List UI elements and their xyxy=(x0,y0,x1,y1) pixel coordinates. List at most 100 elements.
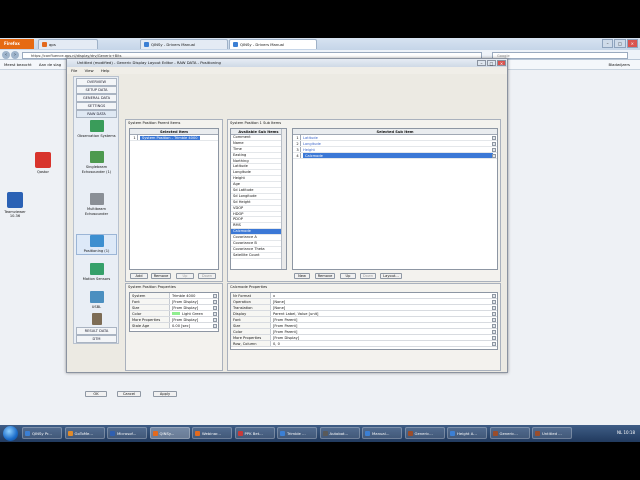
dropdown-arrow-icon[interactable] xyxy=(213,300,217,304)
property-value[interactable]: [From Display] xyxy=(170,305,218,310)
down-button[interactable]: Down xyxy=(360,273,376,279)
dropdown-arrow-icon[interactable] xyxy=(213,306,217,310)
property-value[interactable]: 0, 0 xyxy=(271,341,497,346)
taskbar-button[interactable]: Autobot... xyxy=(319,427,360,439)
up-button[interactable]: Up xyxy=(176,273,194,279)
dropdown-arrow-icon[interactable] xyxy=(492,342,496,346)
taskbar-button[interactable]: PPK Bet... xyxy=(234,427,275,439)
ok-button[interactable]: OK xyxy=(85,391,107,397)
cancel-button[interactable]: Cancel xyxy=(117,391,141,397)
nav-settings[interactable]: SETTINGS xyxy=(76,102,117,110)
taskbar-button[interactable]: Microsof... xyxy=(107,427,147,439)
property-value[interactable]: [From Display] xyxy=(170,299,218,304)
dropdown-arrow-icon[interactable] xyxy=(492,294,496,298)
taskbar-button[interactable]: QINSy Pr... xyxy=(22,427,62,439)
dropdown-arrow-icon[interactable] xyxy=(492,324,496,328)
browser-tab[interactable]: qps xyxy=(38,39,98,49)
layout-button[interactable]: Layout... xyxy=(380,273,402,279)
dropdown-arrow-icon[interactable] xyxy=(213,294,217,298)
remove-button[interactable]: Remove xyxy=(315,273,335,279)
property-value[interactable]: [From Parent] xyxy=(271,317,497,322)
taskbar-button[interactable]: Generic... xyxy=(489,427,530,439)
property-value[interactable]: [From Parent] xyxy=(271,323,497,328)
taskbar-button[interactable]: GoToMe... xyxy=(64,427,105,439)
property-row[interactable]: Row, Column 0, 0 xyxy=(231,341,497,347)
taskbar-button[interactable]: Webinar... xyxy=(192,427,232,439)
menu-file[interactable]: File xyxy=(71,68,77,73)
property-value[interactable]: [From Display] xyxy=(170,317,218,322)
property-value[interactable]: Trimble 4000 xyxy=(170,293,218,298)
property-value[interactable]: [None] xyxy=(271,299,497,304)
down-button[interactable]: Down xyxy=(198,273,216,279)
dropdown-arrow-icon[interactable] xyxy=(492,306,496,310)
minimize-icon[interactable]: – xyxy=(602,39,614,48)
property-value[interactable]: [From Display] xyxy=(271,335,497,340)
forward-icon[interactable]: › xyxy=(11,51,19,59)
dropdown-arrow-icon[interactable] xyxy=(492,318,496,322)
property-value[interactable]: [From Parent] xyxy=(271,329,497,334)
property-value[interactable]: [None] xyxy=(271,305,497,310)
nav-setup-data[interactable]: SETUP DATA xyxy=(76,86,117,94)
parent-items-list[interactable]: Selected Item 1 System Position - Trimble… xyxy=(129,128,219,270)
property-value[interactable]: 0.00 [sec] xyxy=(170,323,218,328)
taskbar-button[interactable]: QINSy... xyxy=(149,427,190,439)
up-button[interactable]: Up xyxy=(340,273,356,279)
nav-item-observation-systems[interactable]: Observation Systems xyxy=(76,120,117,139)
browser-tab-active[interactable]: QINSy - Drivers Manual xyxy=(229,39,317,49)
nav-dtm[interactable]: DTM xyxy=(76,335,117,343)
taskbar-button[interactable]: Height A... xyxy=(447,427,487,439)
dropdown-arrow-icon[interactable] xyxy=(213,312,217,316)
list-item[interactable]: 1 System Position - Trimble 4000 xyxy=(130,135,218,141)
nav-item-multibeam[interactable]: Multibeam Echosounder xyxy=(76,193,117,216)
nav-raw-data[interactable]: RAW DATA xyxy=(76,110,117,118)
desktop-shortcut[interactable]: Teamviewer 10.36 xyxy=(0,192,30,218)
apply-button[interactable]: Apply xyxy=(153,391,177,397)
dropdown-arrow-icon[interactable] xyxy=(492,136,496,140)
property-value[interactable]: x xyxy=(271,293,497,298)
new-button[interactable]: New xyxy=(294,273,310,279)
scrollbar[interactable] xyxy=(281,129,286,269)
nav-overview[interactable]: OVERVIEW xyxy=(76,78,117,86)
remove-button[interactable]: Remove xyxy=(151,273,171,279)
available-sub-items-list[interactable]: Available Sub Items Comment Name Time Easti… xyxy=(230,128,287,270)
taskbar-button[interactable]: Trimble ... xyxy=(277,427,317,439)
dropdown-arrow-icon[interactable] xyxy=(492,148,496,152)
menu-view[interactable]: View xyxy=(85,68,94,73)
search-input[interactable]: Google xyxy=(492,51,628,59)
nav-item-motion-sensors[interactable]: Motion Sensors xyxy=(76,263,117,282)
dropdown-arrow-icon[interactable] xyxy=(213,324,217,328)
menu-help[interactable]: Help xyxy=(101,68,110,73)
nav-result-data[interactable]: RESULT DATA xyxy=(76,327,117,335)
property-row[interactable]: Stale Age 0.00 [sec] xyxy=(130,323,218,329)
dropdown-arrow-icon[interactable] xyxy=(492,330,496,334)
dropdown-arrow-icon[interactable] xyxy=(492,154,496,158)
nav-item-singlebeam[interactable]: Singlebeam Echosounder (1) xyxy=(76,151,117,174)
nav-item-positioning[interactable]: Positioning (1) xyxy=(76,234,117,255)
bookmarks-menu[interactable]: Bladwijzers xyxy=(609,60,630,70)
desktop-shortcut[interactable]: Qastor xyxy=(28,152,58,174)
selected-sub-items-list[interactable]: Selected Sub Item 1 Latitude 2 Longitude 3 He… xyxy=(292,128,498,270)
maximize-icon[interactable]: □ xyxy=(614,39,626,48)
firefox-menu-button[interactable]: Firefox xyxy=(0,39,34,49)
taskbar-button[interactable]: Manual... xyxy=(362,427,402,439)
list-item[interactable]: Satellite Count xyxy=(231,253,286,259)
dropdown-arrow-icon[interactable] xyxy=(492,336,496,340)
close-icon[interactable]: × xyxy=(497,60,506,66)
list-item[interactable]: 4 Calcmode xyxy=(293,153,497,159)
bookmark-item[interactable]: Aan de slag xyxy=(39,62,61,67)
maximize-icon[interactable]: □ xyxy=(487,60,496,66)
property-value[interactable]: Parent Label, Value [unit] xyxy=(271,311,497,316)
start-button-icon[interactable] xyxy=(3,426,18,441)
dropdown-arrow-icon[interactable] xyxy=(492,300,496,304)
back-icon[interactable]: ‹ xyxy=(2,51,10,59)
dropdown-arrow-icon[interactable] xyxy=(492,312,496,316)
add-button[interactable]: Add xyxy=(130,273,148,279)
nav-item-usbl[interactable]: USBL xyxy=(76,291,117,310)
dropdown-arrow-icon[interactable] xyxy=(213,318,217,322)
bookmark-item[interactable]: Meest bezocht xyxy=(4,62,32,67)
property-value[interactable]: Light Green xyxy=(170,311,218,316)
minimize-icon[interactable]: – xyxy=(477,60,486,66)
dropdown-arrow-icon[interactable] xyxy=(492,142,496,146)
nav-general-data[interactable]: GENERAL DATA xyxy=(76,94,117,102)
taskbar-button[interactable]: Generic... xyxy=(404,427,445,439)
